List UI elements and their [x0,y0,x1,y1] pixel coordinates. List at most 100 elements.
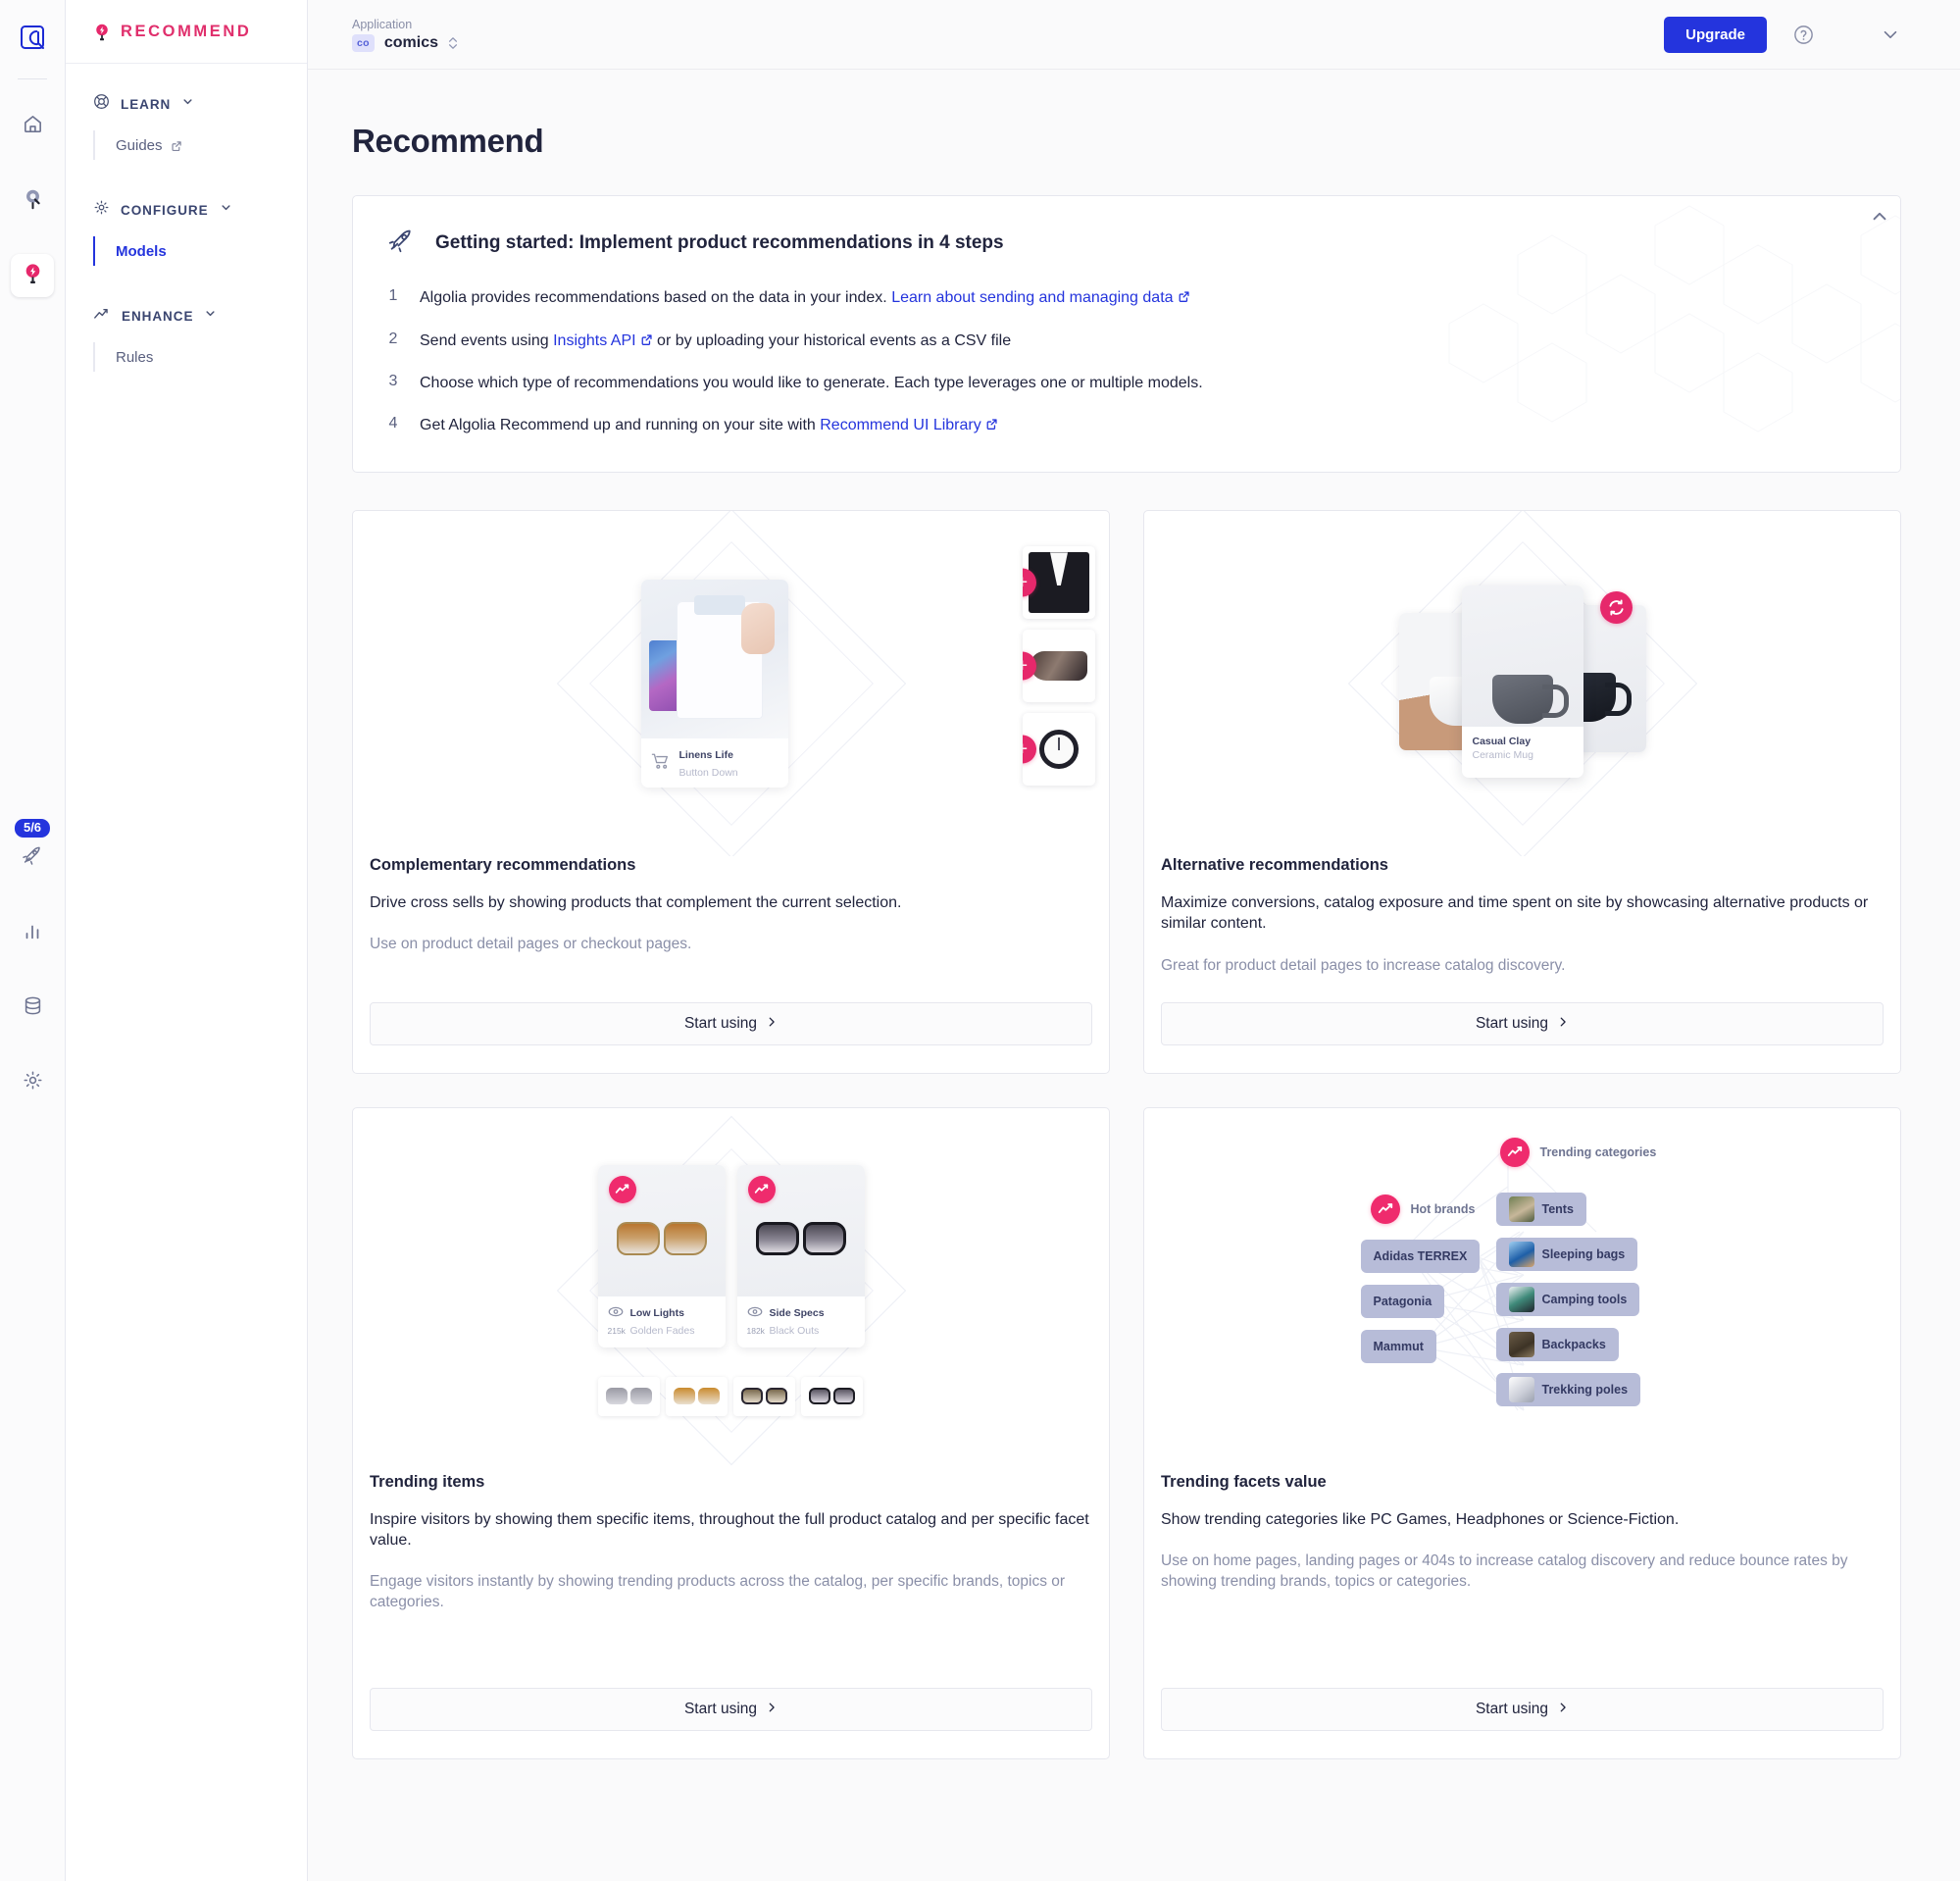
trekking-poles-image [1508,1376,1534,1402]
content-scroll-region[interactable]: Recommend Getting started: Implement pro… [308,70,1960,1881]
algolia-logo-icon[interactable] [12,18,53,59]
trending-categories-header: Trending categories [1499,1137,1657,1167]
step-link[interactable]: Recommend UI Library [820,417,998,433]
start-using-button-complementary[interactable]: Start using [370,1001,1092,1045]
facet-pill-category: Sleeping bags [1495,1237,1638,1271]
alternative-illustration: Casual Clay Ceramic Mug [1144,511,1900,857]
gear-icon [93,199,110,221]
trending-facets-diagram: Trending categories Hot brands Adidas TE… [1360,1137,1684,1444]
start-using-button-alternative[interactable]: Start using [1161,1001,1884,1045]
sidebar-nav: LEARN Guides CONFIGURE Models ENHANCE Ru… [66,64,307,405]
question-circle-icon[interactable] [1792,24,1815,46]
step-text-before: Get Algolia Recommend up and running on … [420,416,821,433]
recommend-pin-icon [93,23,111,41]
trend-up-icon [608,1175,636,1203]
model-description: Maximize conversions, catalog exposure a… [1161,894,1869,933]
model-card-grid: Linens Life Button Down + + [352,510,1901,1759]
application-label: Application [352,17,413,31]
chevron-down-icon [181,95,194,113]
rail-item-settings[interactable] [11,1061,54,1104]
upgrade-button[interactable]: Upgrade [1664,16,1767,53]
app-root: 5/6 RECOMMEND LEARN Guides CONFIGURE Mod… [0,0,1960,1881]
sidebar-group-enhance-header[interactable]: ENHANCE [66,299,307,332]
sunglasses-image [616,1221,707,1255]
step-text-before: Send events using [420,331,554,349]
chevron-down-icon [220,201,232,219]
model-title: Trending facets value [1161,1472,1327,1491]
card-body: Trending facets value Show trending cate… [1144,1473,1900,1613]
model-title: Complementary recommendations [370,856,636,875]
getting-started-step: 1 Algolia provides recommendations based… [386,287,1867,310]
sidebar-group-configure-label: CONFIGURE [121,202,209,218]
step-text-after: or by uploading your historical events a… [652,331,1012,349]
refresh-icon [1599,591,1633,625]
getting-started-panel: Getting started: Implement product recom… [352,195,1901,474]
rail-item-search[interactable] [11,179,54,223]
rail-item-recommend[interactable] [11,254,54,297]
card-footer: Start using [1144,1687,1900,1731]
trending-item-card: Side Specs 182k Black Outs [736,1164,865,1347]
application-picker[interactable]: Application co comics [352,18,458,52]
home-icon [22,113,44,140]
hand-image [740,603,775,655]
chevron-right-icon [1557,1701,1569,1718]
model-title: Trending items [370,1472,485,1491]
start-using-button-trending-items[interactable]: Start using [370,1687,1092,1731]
product-photo [736,1164,865,1296]
model-card-complementary: Linens Life Button Down + + [352,510,1110,1074]
start-using-label: Start using [683,1014,758,1032]
backpack-image [1508,1331,1534,1357]
facet-pill-category: Camping tools [1495,1282,1640,1316]
sidebar-item-models[interactable]: Models [93,236,307,266]
product-subtitle: Golden Fades [629,1324,695,1337]
tent-image [1508,1195,1534,1222]
page-title: Recommend [352,123,544,159]
step-text: Algolia provides recommendations based o… [420,287,1190,310]
main-area: Application co comics Upgrade Recommend … [308,0,1960,1881]
bar-chart-icon [22,921,43,947]
facet-pill-category: Backpacks [1495,1327,1619,1361]
product-photo [640,580,788,739]
top-bar: Application co comics Upgrade [308,0,1960,70]
sidebar-brand-label: RECOMMEND [121,22,252,40]
trending-categories-label: Trending categories [1539,1144,1657,1159]
getting-started-header: Getting started: Implement product recom… [386,226,1867,260]
rocket-icon [386,226,416,260]
card-body: Trending items Inspire visitors by showi… [353,1473,1109,1613]
start-using-button-trending-facets-value[interactable]: Start using [1161,1687,1884,1731]
rail-item-data-sources[interactable] [11,987,54,1030]
alternative-cards: Casual Clay Ceramic Mug [1398,585,1646,782]
sidebar: RECOMMEND LEARN Guides CONFIGURE Models … [66,0,308,1881]
model-card-trending-items: Low Lights 215k Golden Fades Side Specs … [352,1106,1110,1759]
product-name: Linens Life [678,749,733,762]
getting-started-step: 4 Get Algolia Recommend up and running o… [386,415,1867,437]
thumb-shoe: + [1023,630,1095,703]
trend-up-icon [1370,1194,1400,1224]
thumb-watch: + [1023,713,1095,787]
getting-started-collapse-chevron-up-icon[interactable] [1863,200,1896,238]
step-number: 3 [388,373,398,390]
sidebar-group-enhance: ENHANCE Rules [66,299,307,372]
sidebar-group-learn-header[interactable]: LEARN [66,87,307,121]
sidebar-item-guides[interactable]: Guides [93,130,307,160]
icon-rail: 5/6 [0,0,66,1881]
sidebar-group-configure: CONFIGURE Models [66,193,307,266]
model-hint: Use on home pages, landing pages or 404s… [1161,1551,1848,1590]
card-body: Complementary recommendations Drive cros… [353,856,1109,976]
sidebar-item-rules[interactable]: Rules [93,342,307,372]
account-menu-chevron-down-icon[interactable] [1880,24,1901,45]
application-avatar: co [352,33,375,52]
thumb-sunglasses [800,1376,863,1416]
camping-tools-image [1508,1286,1534,1312]
rail-item-home[interactable] [11,105,54,148]
sidebar-group-configure-header[interactable]: CONFIGURE [66,193,307,227]
trending-facets-illustration: Trending categories Hot brands Adidas TE… [1144,1108,1900,1473]
step-link[interactable]: Insights API [553,332,653,349]
chevron-updown-icon [448,35,458,51]
search-pin-icon [23,187,43,216]
rail-item-analytics[interactable] [11,912,54,955]
step-link[interactable]: Learn about sending and managing data [891,289,1189,306]
rocket-icon [21,843,44,872]
rail-item-getting-started[interactable]: 5/6 [11,819,54,879]
hot-brands-label: Hot brands [1410,1201,1476,1216]
